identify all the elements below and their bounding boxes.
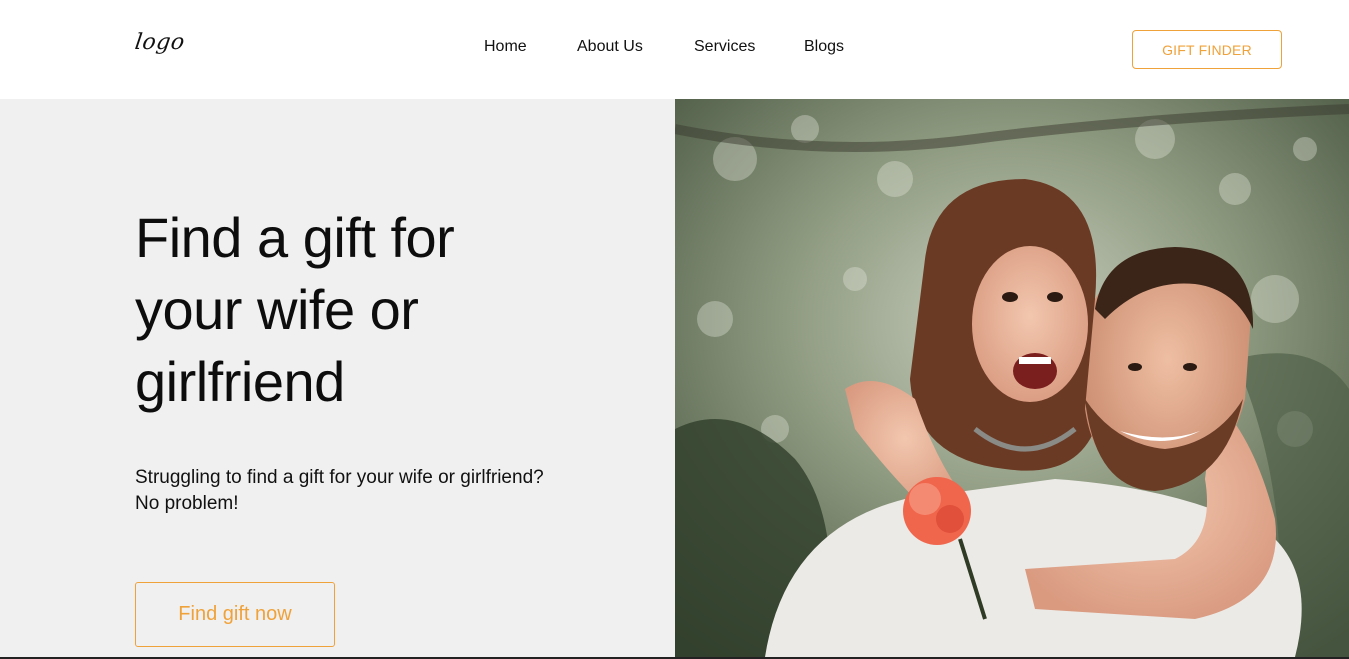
nav-blogs[interactable]: Blogs: [804, 38, 854, 56]
find-gift-now-button[interactable]: Find gift now: [135, 582, 335, 647]
hero-title: Find a gift for your wife or girlfriend: [135, 206, 455, 413]
hero-subtitle: Struggling to find a gift for your wife …: [135, 467, 544, 514]
nav-services[interactable]: Services: [694, 38, 764, 56]
hero-text-panel: Find a gift for your wife or girlfriend …: [0, 99, 675, 659]
nav-about-us[interactable]: About Us: [577, 38, 657, 56]
site-logo[interactable]: logo: [133, 30, 186, 55]
nav-home[interactable]: Home: [484, 38, 527, 56]
gift-finder-button[interactable]: GIFT FINDER: [1132, 30, 1282, 69]
hero-couple-photo: [675, 99, 1349, 657]
site-header: logo Home About Us Services Blogs GIFT F…: [0, 0, 1349, 99]
